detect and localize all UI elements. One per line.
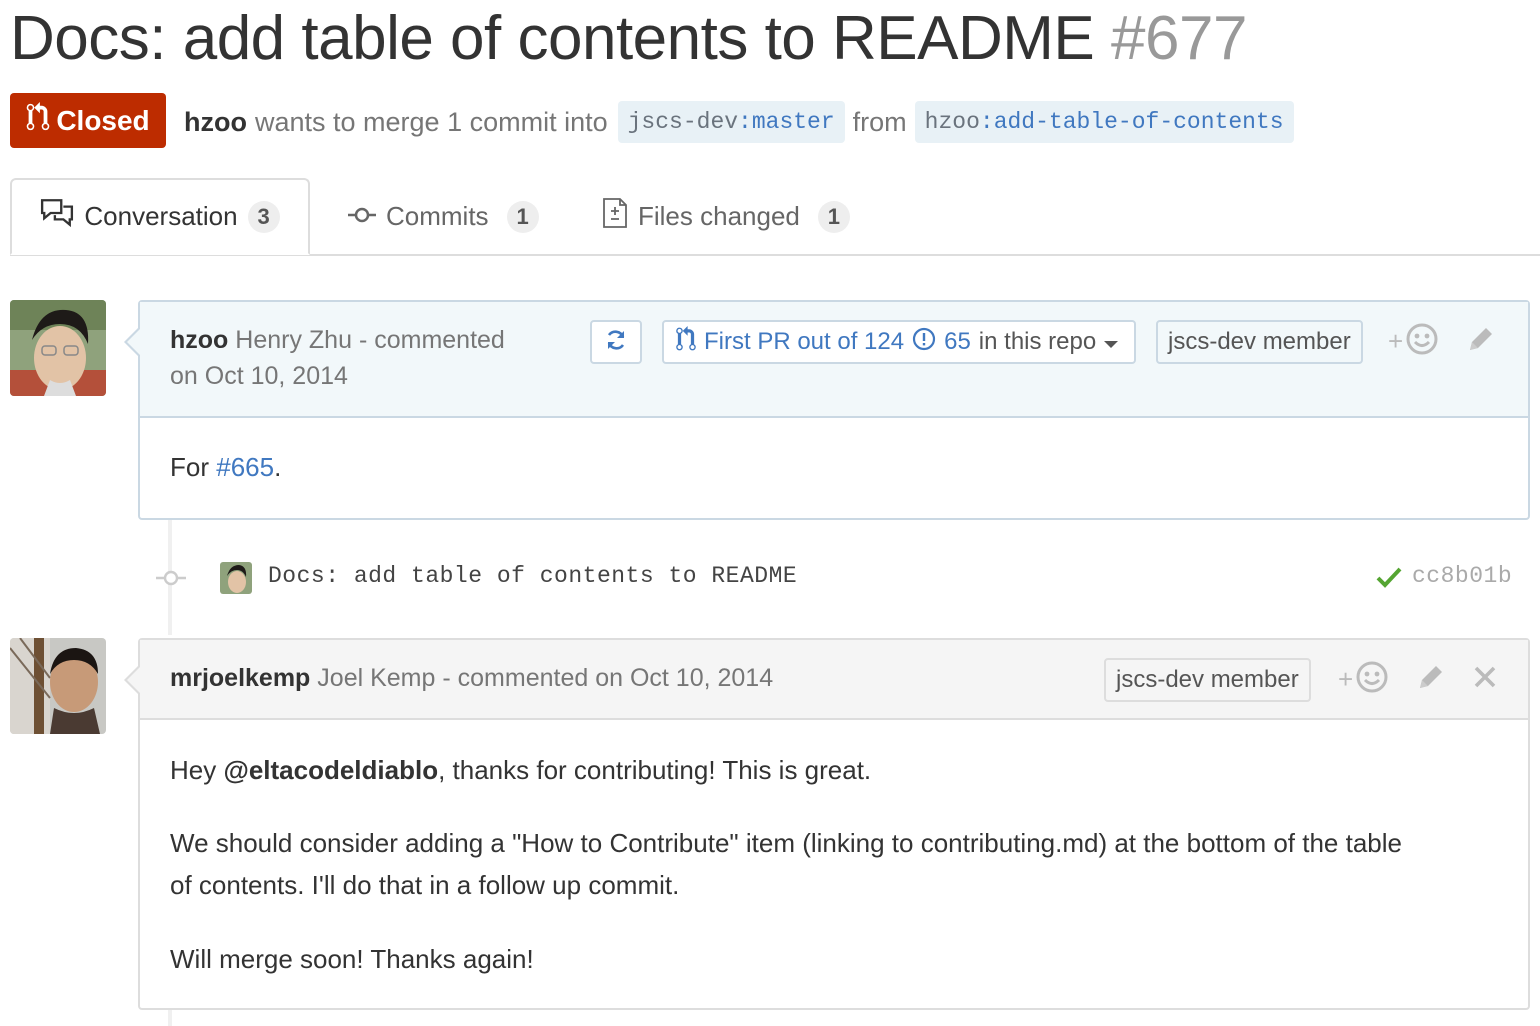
plus-icon: + [1338, 664, 1354, 694]
tab-files-changed[interactable]: Files changed 1 [602, 178, 850, 255]
comment-timestamp[interactable]: on Oct 10, 2014 [170, 358, 505, 394]
tab-files-changed-count: 1 [817, 200, 850, 233]
base-branch: :master [738, 109, 835, 135]
tab-commits-label: Commits [386, 201, 489, 231]
edit-comment-button[interactable] [1466, 324, 1496, 359]
pencil-icon [1466, 328, 1496, 358]
comment-paragraph-3: Will merge soon! Thanks again! [170, 944, 534, 974]
issues-count: 65 [944, 328, 971, 355]
comment-body-suffix: . [274, 452, 282, 482]
avatar-mrjoelkemp[interactable] [10, 638, 106, 734]
commit-sha-link[interactable]: cc8b01b [1412, 563, 1512, 589]
check-icon[interactable] [1376, 566, 1402, 593]
timeline-line-bottom [168, 1008, 172, 1026]
pr-title: Docs: add table of contents to README #6… [10, 2, 1247, 76]
add-reaction-button[interactable]: + [1388, 322, 1439, 361]
issues-suffix: in this repo [978, 328, 1097, 355]
comment-caret [124, 326, 141, 358]
comment-username[interactable]: mrjoelkemp [170, 664, 310, 692]
tab-commits-count: 1 [506, 200, 539, 233]
close-icon [1472, 666, 1498, 694]
first-pr-label: First PR out of 124 [704, 328, 905, 355]
comment-paragraph-1: Hey @eltacodeldiablo, thanks for contrib… [170, 749, 1510, 791]
comment-caret [124, 664, 141, 696]
commit-author-avatar[interactable] [220, 562, 252, 594]
pr-from-text: from [852, 106, 907, 137]
head-branch-ref[interactable]: hzoo:add-table-of-contents [914, 101, 1294, 143]
refresh-button[interactable] [590, 320, 642, 364]
edit-comment-button[interactable] [1416, 662, 1446, 697]
triangle-down-icon [1104, 328, 1119, 356]
delete-comment-button[interactable] [1472, 664, 1498, 695]
pr-merge-text: wants to merge 1 commit into [254, 106, 608, 137]
head-branch: :add-table-of-contents [979, 109, 1284, 135]
comment-action[interactable]: - commented on Oct 10, 2014 [442, 664, 773, 692]
pr-author-link[interactable]: hzoo [184, 107, 247, 138]
issue-opened-icon [912, 327, 936, 358]
comment-author-info: mrjoelkemp Joel Kemp - commented on Oct … [170, 660, 773, 696]
pr-state-badge: Closed [10, 93, 166, 148]
head-repo: hzoo [924, 109, 980, 135]
pr-title-text: Docs: add table of contents to README [10, 4, 1095, 73]
member-badge: jscs-dev member [1156, 320, 1363, 364]
member-badge: jscs-dev member [1104, 658, 1311, 702]
p2-line-1: We should consider adding a "How to Cont… [170, 828, 1402, 858]
add-reaction-button[interactable]: + [1338, 660, 1389, 699]
tab-conversation-label: Conversation [84, 201, 238, 231]
comment-author-info: hzoo Henry Zhu - commented on Oct 10, 20… [170, 322, 505, 394]
smiley-icon [1355, 660, 1389, 699]
comment-fullname: Joel Kemp [317, 664, 436, 692]
commit-node-icon [156, 568, 186, 593]
comment-hzoo: hzoo Henry Zhu - commented on Oct 10, 20… [124, 300, 1530, 520]
comment-discussion-icon [40, 198, 74, 235]
comment-username[interactable]: hzoo [170, 326, 228, 354]
pr-state-label: Closed [56, 104, 150, 136]
comment-paragraph-2: We should consider adding a "How to Cont… [170, 822, 1510, 906]
git-pull-request-icon [676, 325, 696, 359]
pr-meta: hzoo wants to merge 1 commit into jscs-d… [184, 100, 1294, 144]
first-pr-dropdown[interactable]: First PR out of 124 65 in this repo [662, 320, 1136, 364]
smiley-icon [1405, 322, 1439, 361]
p1-prefix: Hey [170, 755, 224, 785]
sync-icon [604, 328, 628, 357]
pencil-icon [1416, 666, 1446, 696]
git-commit-icon [348, 201, 376, 232]
avatar-hzoo[interactable] [10, 300, 106, 396]
pr-number: #677 [1111, 4, 1247, 73]
commit-message-link[interactable]: Docs: add table of contents to README [268, 563, 797, 589]
git-pull-request-icon [26, 102, 50, 139]
comment-header: hzoo Henry Zhu - commented on Oct 10, 20… [140, 302, 1528, 418]
p1-suffix: , thanks for contributing! This is great… [438, 755, 872, 785]
comment-fullname: Henry Zhu [235, 326, 352, 354]
tab-commits[interactable]: Commits 1 [348, 178, 539, 255]
base-branch-ref[interactable]: jscs-dev:master [617, 101, 845, 143]
comment-body: For #665. [170, 446, 281, 488]
file-diff-icon [602, 197, 628, 236]
comment-header: mrjoelkemp Joel Kemp - commented on Oct … [140, 640, 1528, 720]
tab-files-changed-label: Files changed [638, 201, 800, 231]
p2-line-2: of contents. I'll do that in a follow up… [170, 870, 680, 900]
comment-body: Hey @eltacodeldiablo, thanks for contrib… [170, 749, 1510, 980]
issue-link[interactable]: #665 [216, 452, 274, 482]
comment-action: - commented [358, 326, 505, 354]
comment-body-prefix: For [170, 452, 217, 482]
base-repo: jscs-dev [627, 109, 739, 135]
tab-conversation[interactable]: Conversation 3 [10, 178, 310, 255]
plus-icon: + [1388, 326, 1404, 356]
tab-conversation-count: 3 [247, 200, 280, 233]
user-mention-link[interactable]: @eltacodeldiablo [223, 755, 438, 785]
comment-mrjoelkemp: mrjoelkemp Joel Kemp - commented on Oct … [124, 638, 1530, 1010]
